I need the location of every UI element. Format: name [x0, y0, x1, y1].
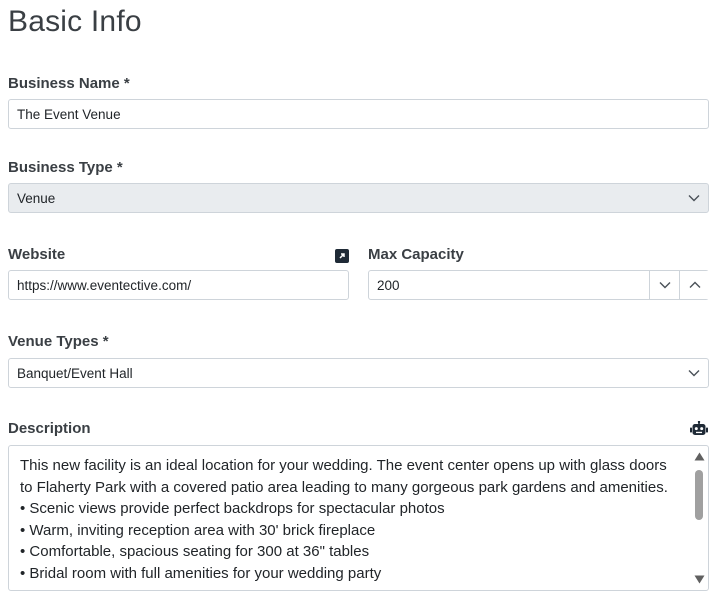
business-name-input[interactable]: The Event Venue [8, 99, 709, 129]
chevron-up-icon [689, 281, 700, 288]
description-bullet: • Bridal room with full amenities for yo… [20, 564, 382, 582]
max-capacity-label: Max Capacity [368, 246, 464, 263]
increment-button[interactable] [679, 271, 709, 299]
description-bullet: • Warm, inviting reception area with 30'… [20, 521, 376, 539]
website-input[interactable]: https://www.eventective.com/ [8, 270, 349, 300]
page-title: Basic Info [8, 5, 142, 38]
venue-types-select[interactable]: Banquet/Event Hall [8, 358, 709, 388]
max-capacity-stepper[interactable]: 200 [368, 270, 709, 300]
description-text: This new facility is an ideal location f… [20, 455, 680, 584]
scroll-up-arrow-icon[interactable] [694, 452, 705, 461]
website-value: https://www.eventective.com/ [17, 277, 192, 293]
chevron-down-icon [688, 192, 700, 204]
description-paragraph: This new facility is an ideal location f… [20, 457, 668, 496]
business-name-label: Business Name * [8, 75, 130, 92]
business-type-select[interactable]: Venue [8, 183, 709, 213]
business-type-value: Venue [17, 190, 56, 206]
venue-types-label: Venue Types * [8, 333, 109, 350]
description-textarea[interactable]: This new facility is an ideal location f… [8, 445, 709, 591]
description-bullet: • Scenic views provide perfect backdrops… [20, 500, 445, 517]
scroll-thumb[interactable] [695, 470, 703, 520]
description-bullet: • Comfortable, spacious seating for 300 … [20, 543, 370, 560]
website-label: Website [8, 246, 66, 263]
robot-icon[interactable] [690, 421, 708, 437]
decrement-button[interactable] [649, 271, 679, 299]
external-link-icon[interactable] [335, 249, 349, 263]
description-label: Description [8, 420, 91, 437]
chevron-down-icon [688, 367, 700, 379]
textarea-scrollbar[interactable] [690, 446, 708, 590]
venue-types-value: Banquet/Event Hall [17, 365, 133, 381]
scroll-down-arrow-icon[interactable] [694, 575, 705, 584]
business-name-value: The Event Venue [17, 106, 121, 122]
chevron-down-icon [659, 282, 670, 289]
business-type-label: Business Type * [8, 159, 123, 176]
